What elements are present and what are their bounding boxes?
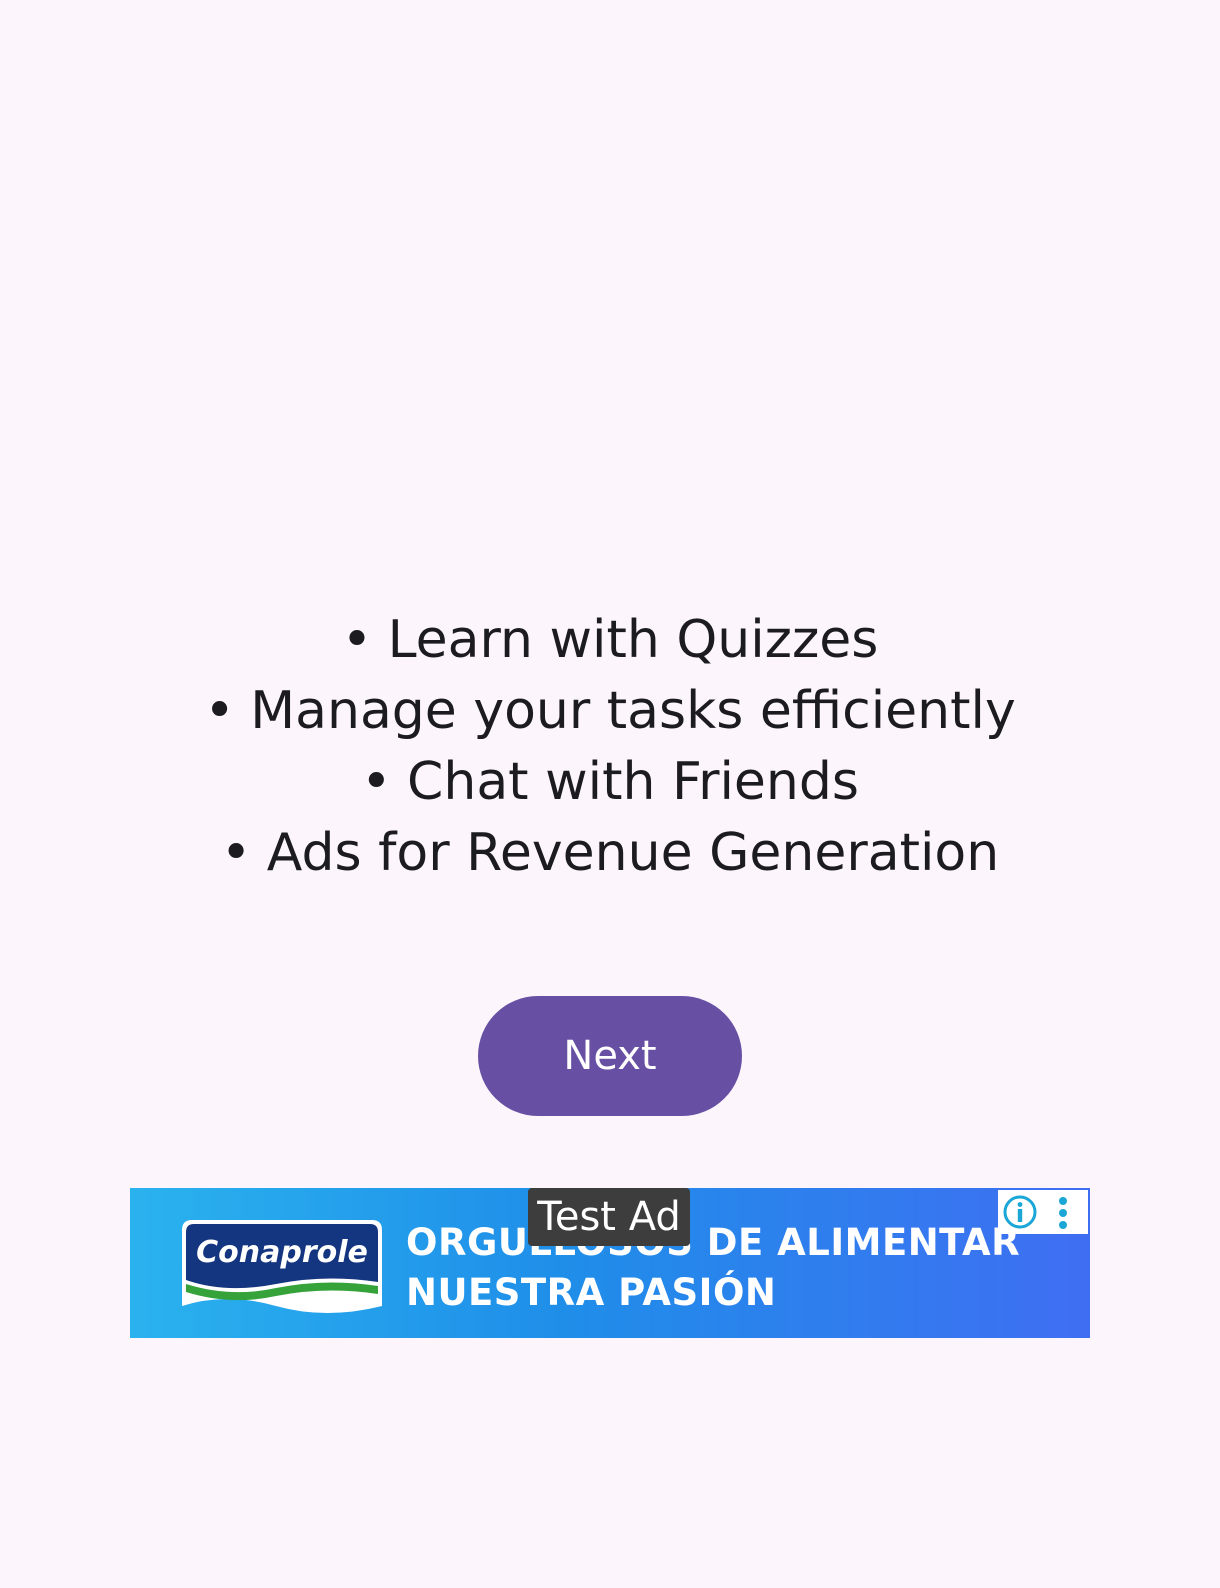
- feature-label: Ads for Revenue Generation: [266, 823, 1000, 883]
- next-button[interactable]: Next: [478, 996, 742, 1116]
- brand-logo-text: Conaprole: [196, 1235, 368, 1270]
- more-vert-icon[interactable]: [1056, 1196, 1070, 1230]
- feature-item: • Learn with Quizzes: [0, 605, 1220, 676]
- feature-label: Chat with Friends: [407, 752, 859, 812]
- feature-item: • Ads for Revenue Generation: [0, 818, 1220, 889]
- test-ad-label: Test Ad: [528, 1188, 690, 1246]
- feature-label: Learn with Quizzes: [387, 610, 879, 670]
- bullet: •: [220, 823, 252, 883]
- bullet: •: [204, 681, 235, 741]
- brand-logo: Conaprole: [182, 1220, 382, 1313]
- feature-item: • Manage your tasks efficiently: [0, 676, 1220, 747]
- ad-choices[interactable]: [998, 1190, 1088, 1234]
- bullet: •: [341, 610, 373, 670]
- ad-headline-line2: NUESTRA PASIÓN: [406, 1271, 777, 1314]
- ad-headline: ORGULLOSOS DE ALIMENTAR NUESTRA PASIÓN: [406, 1218, 1020, 1318]
- info-icon[interactable]: [1002, 1194, 1038, 1230]
- feature-label: Manage your tasks efficiently: [250, 681, 1016, 741]
- feature-list: • Learn with Quizzes • Manage your tasks e…: [0, 605, 1220, 889]
- bullet: •: [361, 752, 392, 812]
- feature-item: • Chat with Friends: [0, 747, 1220, 818]
- ad-headline-line1: ORGULLOSOS DE ALIMENTAR: [406, 1221, 1021, 1264]
